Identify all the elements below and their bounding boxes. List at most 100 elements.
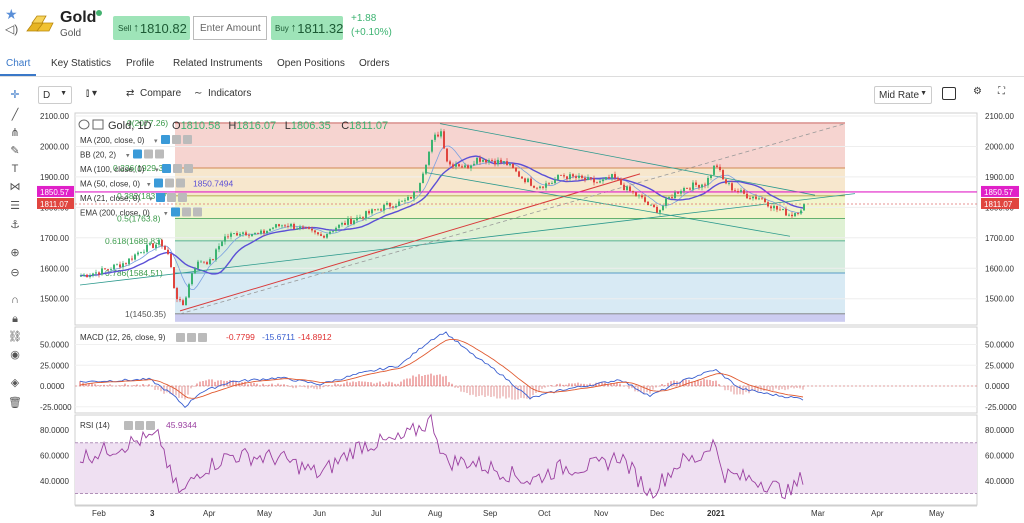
candle-body <box>344 222 346 225</box>
indicators-icon: ∼ <box>194 88 203 99</box>
candle-body <box>737 191 739 192</box>
compare-button[interactable]: Compare <box>140 88 181 99</box>
candle-body <box>758 198 760 200</box>
pattern-icon[interactable]: ⋈ <box>8 180 22 194</box>
rsi-label: RSI (14) <box>80 421 110 430</box>
link-icon[interactable]: ⛓ <box>8 330 22 344</box>
candle-body <box>530 178 532 186</box>
legend-ohlc-c: C1811.07 <box>341 120 388 132</box>
candle-body <box>440 131 442 137</box>
settings-icon <box>187 333 196 342</box>
pitchfork-icon[interactable]: ⋔ <box>8 126 22 140</box>
candle-body <box>212 259 214 260</box>
close-icon <box>178 193 187 202</box>
trash-icon[interactable]: 🗑︎ <box>8 396 22 410</box>
candle-body <box>683 187 685 192</box>
candle-body <box>623 184 625 191</box>
candle-body <box>389 202 391 207</box>
last-price-badge-left-text: 1811.07 <box>40 200 69 209</box>
price-chart[interactable]: 0(2077.26)0.236(1929.3)0.382(1837.77)0.5… <box>0 0 1024 523</box>
candle-body <box>206 262 208 265</box>
legend-ohlc-o: O1810.58 <box>172 120 220 132</box>
candle-body <box>173 267 175 288</box>
text-icon[interactable]: T <box>8 162 22 176</box>
candle-body <box>590 177 592 179</box>
candle-body <box>662 205 664 211</box>
candle-body <box>800 210 802 214</box>
candle-body <box>278 224 280 227</box>
close-icon <box>183 135 192 144</box>
rsi-tick-right: 60.0000 <box>985 451 1014 460</box>
candle-body <box>767 202 769 207</box>
candle-body <box>596 182 598 184</box>
candle-body <box>485 159 487 163</box>
crosshair-icon[interactable]: ✛ <box>8 88 22 102</box>
indicators-button[interactable]: Indicators <box>208 88 251 99</box>
interval-select[interactable]: D ▼ <box>38 86 72 104</box>
eye-icon <box>133 149 142 159</box>
settings-icon <box>165 178 174 188</box>
settings-icon[interactable]: ⚙ <box>973 86 982 97</box>
price-mode-select[interactable]: Mid Rate ▼ <box>874 86 932 104</box>
legend-symbol: Gold, 1D <box>108 120 151 132</box>
legend-study-label: MA (21, close, 0) <box>80 194 140 203</box>
candle-body <box>557 174 559 180</box>
close-icon <box>184 164 193 173</box>
time-tick: Jul <box>371 509 381 518</box>
candle-body <box>803 204 805 211</box>
eye-icon[interactable]: ◉ <box>8 348 22 362</box>
collapse-icon <box>78 119 90 130</box>
candle-body <box>182 300 184 306</box>
candle-body <box>362 217 364 219</box>
candle-body <box>320 234 322 236</box>
candle-body <box>716 165 718 167</box>
brush-icon[interactable]: ✎ <box>8 144 22 158</box>
legend-study-label: MA (100, close, 0) <box>80 165 145 174</box>
time-tick: Nov <box>594 509 608 518</box>
trend-line-icon[interactable]: ╱ <box>8 108 22 122</box>
lock-icon[interactable]: 🔒︎ <box>8 312 22 326</box>
candle-body <box>326 233 328 238</box>
candle-body <box>581 175 583 178</box>
fib-retracement-icon[interactable]: ☰ <box>8 199 22 213</box>
candle-body <box>311 228 313 231</box>
candle-body <box>404 200 406 202</box>
candle-body <box>587 177 589 181</box>
time-tick: Oct <box>538 509 551 518</box>
candle-body <box>494 160 496 165</box>
caret-down-icon: ▾ <box>149 196 153 203</box>
zoom-in-icon[interactable]: ⊕ <box>8 246 22 260</box>
candle-body <box>479 157 481 162</box>
magnet-icon[interactable]: ∩ <box>8 293 22 307</box>
legend-study-label: MA (50, close, 0) <box>80 180 140 189</box>
candle-body <box>248 235 250 237</box>
candle-body <box>575 176 577 178</box>
candle-style-icon[interactable]: ⫾ ▾ <box>86 88 97 99</box>
candle-body <box>236 233 238 236</box>
candle-body <box>695 182 697 185</box>
screenshot-icon[interactable]: ⛶ <box>998 86 1005 97</box>
candle-body <box>659 210 661 213</box>
time-tick: Apr <box>203 509 216 518</box>
candle-body <box>260 230 262 234</box>
measure-icon[interactable]: ⚓ <box>8 218 22 232</box>
candle-body <box>608 177 610 179</box>
price-tick-left: 1900.00 <box>40 173 69 182</box>
candle-body <box>386 202 388 205</box>
zoom-icon[interactable]: ⊖ <box>8 266 22 280</box>
candle-body <box>416 191 418 193</box>
candle-body <box>167 249 169 255</box>
time-tick: Jun <box>313 509 326 518</box>
candle-body <box>98 272 100 275</box>
candle-body <box>422 173 424 184</box>
candle-body <box>629 186 631 192</box>
rsi-tick-right: 80.0000 <box>985 426 1014 435</box>
candle-body <box>461 166 463 168</box>
layers-icon[interactable]: ◈ <box>8 376 22 390</box>
candle-body <box>224 236 226 242</box>
candle-body <box>452 164 454 167</box>
fullscreen-icon[interactable] <box>942 87 956 100</box>
candle-body <box>179 299 181 301</box>
candle-body <box>713 165 715 175</box>
caret-down-icon: ▾ <box>126 153 130 160</box>
